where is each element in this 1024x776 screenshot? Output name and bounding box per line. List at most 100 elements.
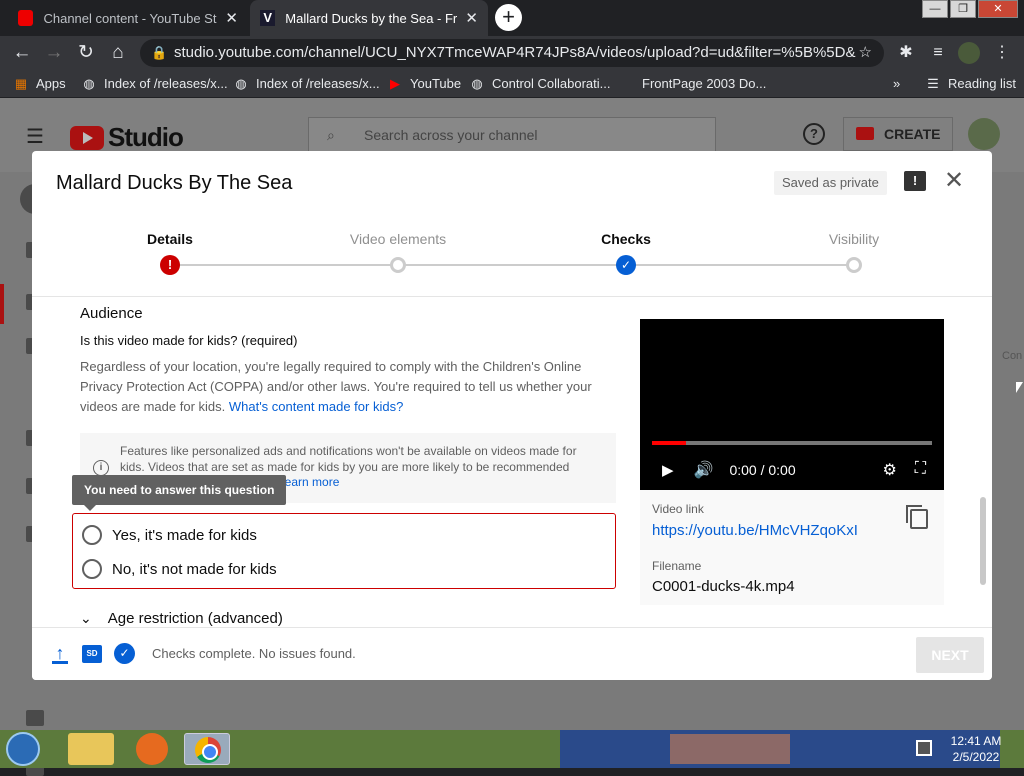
chrome-icon[interactable] [184,733,230,765]
globe-icon: ◍ [471,76,483,91]
step-video-elements[interactable]: Video elements [328,231,468,247]
globe-icon: ◍ [235,76,247,91]
background-column-text: Con [1002,350,1023,362]
menu-kebab-icon[interactable]: ⋮ [990,41,1014,65]
chevron-down-icon: ⌄ [80,610,92,626]
bookmark-apps[interactable]: ▦ Apps [14,76,66,92]
stepper-line [170,264,854,266]
minimize-button[interactable]: — [922,0,948,18]
radio-yes-made-for-kids[interactable]: Yes, it's made for kids [82,525,257,545]
desktop-wallpaper-strip [560,730,1000,768]
home-icon[interactable]: ⌂ [106,41,130,65]
step-error-icon[interactable]: ! [160,255,180,275]
globe-icon: ◍ [83,76,95,91]
url-text: studio.youtube.com/channel/UCU_NYX7TmceW… [174,44,856,61]
tab-channel-content[interactable]: Channel content - YouTube Studio ✕ [8,0,248,36]
forward-icon[interactable]: → [42,41,66,65]
dialog-title: Mallard Ducks By The Sea [56,172,293,194]
audience-description: Regardless of your location, you're lega… [80,359,592,414]
video-progress-fill [652,441,686,445]
next-button[interactable]: NEXT [916,637,984,673]
new-tab-button[interactable]: + [495,4,522,31]
volume-icon[interactable]: 🔊 [694,460,714,480]
channel-search-input[interactable]: ⌕ Search across your channel [308,117,716,153]
dialog-content: Audience Is this video made for kids? (r… [32,297,992,627]
search-icon: ⌕ [327,127,335,143]
bookmark-star-icon[interactable]: ☆ [859,39,872,67]
step-checks[interactable]: Checks [556,231,696,247]
fullscreen-icon[interactable]: ⛶ [915,460,926,480]
vimeo-icon: V [260,10,276,26]
close-icon[interactable]: ✕ [465,9,478,27]
checks-complete-icon[interactable]: ✓ [114,643,135,664]
close-icon[interactable]: ✕ [944,167,964,195]
close-icon[interactable]: ✕ [225,9,238,27]
content-scrollbar[interactable] [980,497,986,585]
bookmark-index-2[interactable]: ◍ Index of /releases/x... [234,76,379,92]
file-explorer-icon[interactable] [68,733,114,765]
step-details[interactable]: Details [100,231,240,247]
reading-list[interactable]: ☰ Reading list [926,76,1016,92]
settings-gear-icon[interactable]: ⚙ [882,460,896,480]
step-pending-icon[interactable] [390,257,406,273]
tab-title: Channel content - YouTube Studio [43,10,217,26]
media-controls-icon[interactable]: ≡ [926,41,950,65]
back-icon[interactable]: ← [10,41,34,65]
feedback-icon[interactable]: ! [904,171,926,191]
browser-tab-strip: Channel content - YouTube Studio ✕ V Mal… [0,0,1024,36]
create-button[interactable]: CREATE [843,117,953,151]
age-restriction-toggle[interactable]: ⌄ Age restriction (advanced) [80,610,283,627]
bookmarks-overflow[interactable]: » [893,76,900,91]
system-clock[interactable]: 12:41 AM 2/5/2022 [936,733,1016,765]
bookmark-frontpage[interactable]: FrontPage 2003 Do... [620,76,766,91]
dialog-footer: ↑ SD ✓ Checks complete. No issues found.… [32,627,992,680]
youtube-icon [18,10,34,26]
radio-circle[interactable] [82,559,102,579]
radio-circle[interactable] [82,525,102,545]
studio-logo[interactable]: Studio [70,122,184,153]
youtube-icon [70,125,104,150]
upload-status-icon[interactable]: ↑ [52,644,68,664]
account-avatar[interactable] [968,118,1000,150]
clock-time: 12:41 AM [950,734,1002,748]
apps-grid-icon: ▦ [14,76,28,91]
bookmark-control-collab[interactable]: ◍ Control Collaborati... [470,76,610,92]
reading-list-icon: ☰ [927,76,939,91]
step-done-icon[interactable]: ✓ [616,255,636,275]
address-bar[interactable]: 🔒 studio.youtube.com/channel/UCU_NYX7Tmc… [140,39,884,67]
hd-processing-icon[interactable]: SD [82,645,102,663]
made-for-kids-link[interactable]: What's content made for kids? [229,399,403,414]
filename-label: Filename [652,559,702,573]
radio-not-made-for-kids[interactable]: No, it's not made for kids [82,559,277,579]
step-pending-icon[interactable] [846,257,862,273]
video-progress-bar[interactable] [652,441,932,445]
youtube-icon: ▶ [390,76,400,91]
settings-icon[interactable] [26,710,44,726]
info-icon: i [93,460,109,476]
mouse-cursor [1016,382,1023,393]
bookmark-youtube[interactable]: ▶ YouTube [388,76,461,92]
window-close-button[interactable]: ✕ [978,0,1018,18]
tab-mallard-ducks[interactable]: V Mallard Ducks by the Sea - Free Stock … [250,0,488,36]
hamburger-menu-icon[interactable]: ☰ [26,124,44,149]
bookmark-index-1[interactable]: ◍ Index of /releases/x... [82,76,227,92]
bookmarks-bar: ▦ Apps ◍ Index of /releases/x... ◍ Index of… [0,70,1024,98]
clock-date: 2/5/2022 [952,750,1000,764]
play-icon[interactable]: ▶ [662,461,674,479]
camera-plus-icon [856,127,874,140]
step-visibility[interactable]: Visibility [784,231,924,247]
profile-avatar[interactable] [958,42,980,64]
network-icon[interactable] [916,740,932,756]
reload-icon[interactable]: ↻ [74,41,98,65]
extensions-icon[interactable]: ✱ [894,41,918,65]
maximize-button[interactable]: ❐ [950,0,976,18]
video-player[interactable]: ▶ 🔊 0:00 / 0:00 ⚙ ⛶ [640,319,944,490]
video-link[interactable]: https://youtu.be/HMcVHZqoKxI [652,522,858,539]
learn-more-link[interactable]: Learn more [278,475,339,489]
copy-icon[interactable] [906,505,928,529]
start-button[interactable] [6,732,40,766]
validation-tooltip: You need to answer this question [72,475,287,511]
active-indicator [0,284,4,324]
help-icon[interactable]: ? [803,123,825,145]
firefox-icon[interactable] [136,733,168,765]
